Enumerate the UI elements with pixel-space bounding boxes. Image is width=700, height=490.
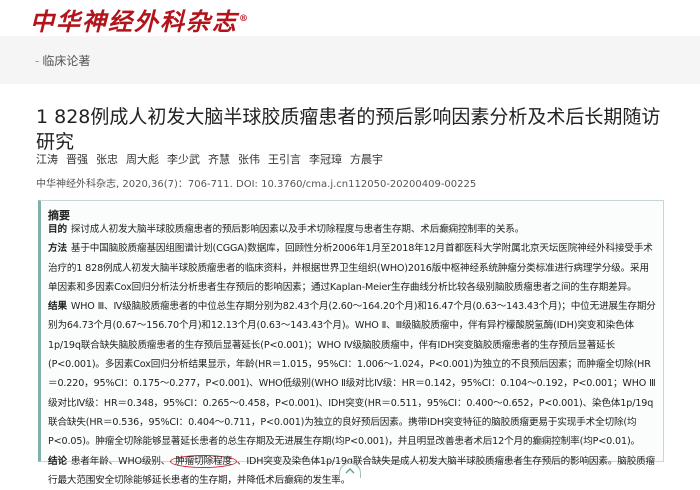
masthead: 中华神经外科杂志®: [0, 0, 700, 36]
results-text: WHO Ⅲ、Ⅳ级脑胶质瘤患者的中位总生存期分别为82.43个月(2.60～164…: [48, 301, 656, 448]
author-list: 江涛 晋强 张忠 周大彪 李少武 齐慧 张伟 王引言 李冠璋 方晨宇: [36, 151, 383, 167]
breadcrumb-section[interactable]: 临床论著: [42, 52, 90, 69]
circled-annotation: 肿瘤切除程度: [170, 454, 237, 468]
journal-logo-text: 中华神经外科杂志: [30, 7, 238, 36]
author-link[interactable]: 张伟: [238, 151, 260, 167]
author-link[interactable]: 王引言: [268, 151, 301, 167]
breadcrumb-separator: -: [35, 53, 40, 68]
header-band: [0, 36, 700, 84]
abstract-objective: 目的 探讨成人初发大脑半球胶质瘤患者的预后影响因素以及手术切除程度与患者生存期、术…: [48, 220, 656, 239]
collapse-abstract-button[interactable]: [339, 463, 361, 478]
author-link[interactable]: 方晨宇: [350, 151, 383, 167]
objective-text: 探讨成人初发大脑半球胶质瘤患者的预后影响因素以及手术切除程度与患者生存期、术后癫…: [70, 224, 525, 235]
author-link[interactable]: 李少武: [167, 151, 200, 167]
author-link[interactable]: 李冠璋: [309, 151, 342, 167]
author-link[interactable]: 周大彪: [126, 151, 159, 167]
conclusion-text-pre: 患者年龄、WHO级别、: [70, 455, 171, 467]
author-link[interactable]: 张忠: [96, 151, 118, 167]
journal-logo[interactable]: 中华神经外科杂志®: [30, 2, 250, 37]
author-link[interactable]: 齐慧: [208, 151, 230, 167]
abstract-results: 结果 WHO Ⅲ、Ⅳ级脑胶质瘤患者的中位总生存期分别为82.43个月(2.60～1…: [48, 297, 656, 451]
citation: 中华神经外科杂志, 2020,36(7)：706-711. DOI: 10.37…: [36, 179, 477, 190]
breadcrumb: - 临床论著: [35, 52, 90, 69]
abstract-methods: 方法 基于中国脑胶质瘤基因组图谱计划(CGGA)数据库，回顾性分析2006年1月至…: [48, 239, 656, 297]
results-label: 结果: [48, 301, 67, 313]
methods-label: 方法: [48, 243, 67, 255]
chevron-up-icon: [345, 468, 355, 474]
article-title: 1 828例成人初发大脑半球胶质瘤患者的预后影响因素分析及术后长期随访研究: [36, 105, 661, 153]
methods-text: 基于中国脑胶质瘤基因组图谱计划(CGGA)数据库，回顾性分析2006年1月至20…: [48, 243, 653, 293]
abstract-body: 目的 探讨成人初发大脑半球胶质瘤患者的预后影响因素以及手术切除程度与患者生存期、术…: [48, 220, 656, 490]
author-link[interactable]: 晋强: [66, 151, 88, 167]
registered-mark: ®: [239, 14, 250, 24]
conclusion-label: 结论: [48, 455, 67, 467]
objective-label: 目的: [48, 224, 67, 235]
author-link[interactable]: 江涛: [36, 151, 58, 167]
